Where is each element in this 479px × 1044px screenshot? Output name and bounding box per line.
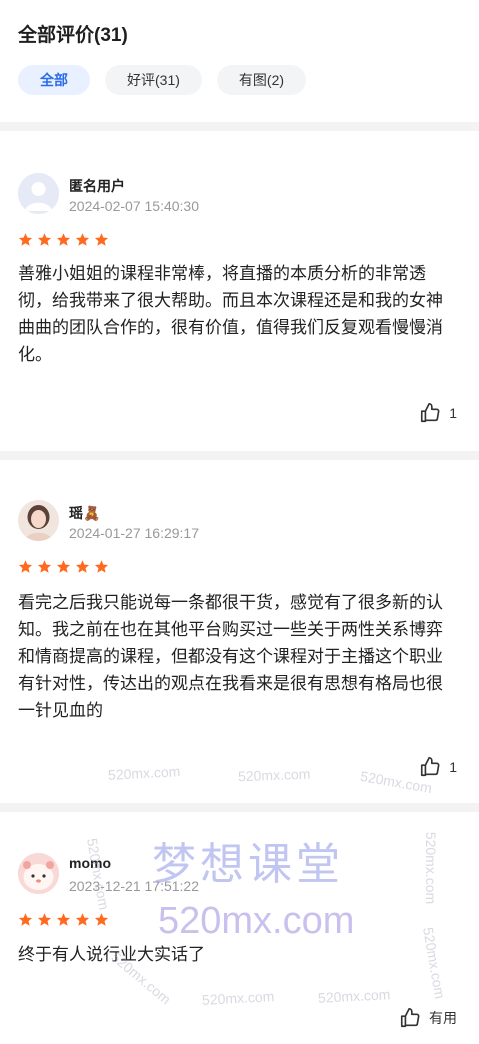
review-content: 善雅小姐姐的课程非常棒，将直播的本质分析的非常透彻，给我带来了很大帮助。而且本次… bbox=[18, 264, 443, 364]
cartoon-avatar-icon bbox=[18, 853, 59, 894]
review-item: momo 2023-12-21 17:51:22 终于有人说行业大实话了 有用 bbox=[0, 812, 479, 1044]
rating-stars bbox=[18, 232, 109, 247]
reviewer-name[interactable]: 瑶🧸 bbox=[69, 503, 100, 523]
section-divider bbox=[0, 122, 479, 131]
review-time: 2024-02-07 15:40:30 bbox=[69, 198, 199, 214]
section-divider bbox=[0, 803, 479, 812]
reviewer-name[interactable]: 匿名用户 bbox=[69, 176, 125, 196]
like-button[interactable]: 1 bbox=[419, 756, 457, 778]
reviewer-name[interactable]: momo bbox=[69, 855, 111, 871]
review-time: 2024-01-27 16:29:17 bbox=[69, 525, 199, 541]
section-divider bbox=[0, 451, 479, 460]
star-icon bbox=[37, 913, 52, 926]
review-item: 匿名用户 2024-02-07 15:40:30 善雅小姐姐的课程非常棒，将直播… bbox=[0, 131, 479, 451]
star-icon bbox=[94, 913, 109, 926]
thumbs-up-icon bbox=[421, 403, 440, 423]
rating-stars bbox=[18, 912, 109, 927]
filter-tabs: 全部 好评(31) 有图(2) bbox=[18, 65, 307, 95]
rating-stars bbox=[18, 559, 109, 574]
star-icon bbox=[75, 560, 90, 573]
star-icon bbox=[37, 560, 52, 573]
review-time: 2023-12-21 17:51:22 bbox=[69, 878, 199, 894]
star-icon bbox=[18, 913, 33, 926]
star-icon bbox=[56, 233, 71, 246]
star-icon bbox=[18, 233, 33, 246]
star-icon bbox=[94, 560, 109, 573]
thumbs-up-icon bbox=[421, 757, 440, 777]
avatar[interactable] bbox=[18, 173, 59, 214]
user-photo-icon bbox=[18, 500, 59, 541]
default-avatar-icon bbox=[18, 173, 59, 214]
tab-all[interactable]: 全部 bbox=[18, 65, 90, 95]
helpful-label: 有用 bbox=[429, 1010, 457, 1026]
avatar[interactable] bbox=[18, 853, 59, 894]
star-icon bbox=[37, 233, 52, 246]
tab-with-images[interactable]: 有图(2) bbox=[216, 65, 307, 95]
star-icon bbox=[94, 233, 109, 246]
star-icon bbox=[56, 913, 71, 926]
like-count: 1 bbox=[449, 759, 457, 775]
like-button[interactable]: 1 bbox=[419, 402, 457, 424]
star-icon bbox=[75, 913, 90, 926]
like-count: 1 bbox=[449, 405, 457, 421]
avatar[interactable] bbox=[18, 500, 59, 541]
review-item: 瑶🧸 2024-01-27 16:29:17 看完之后我只能说每一条都很干货，感… bbox=[0, 460, 479, 803]
thumbs-up-icon bbox=[400, 1008, 420, 1028]
review-content: 终于有人说行业大实话了 bbox=[18, 945, 205, 964]
helpful-button[interactable]: 有用 bbox=[399, 1007, 457, 1029]
star-icon bbox=[56, 560, 71, 573]
page-title: 全部评价(31) bbox=[18, 25, 128, 46]
star-icon bbox=[75, 233, 90, 246]
tab-positive[interactable]: 好评(31) bbox=[105, 65, 202, 95]
review-content: 看完之后我只能说每一条都很干货，感觉有了很多新的认知。我之前在也在其他平台购买过… bbox=[18, 593, 443, 720]
star-icon bbox=[18, 560, 33, 573]
